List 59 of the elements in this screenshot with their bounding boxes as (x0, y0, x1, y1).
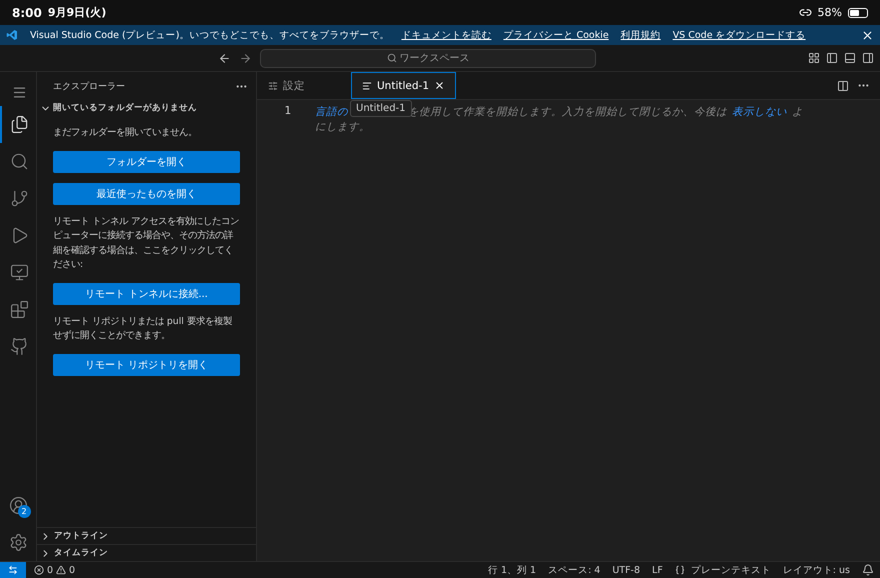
sliders-icon (268, 80, 278, 90)
warning-icon (56, 565, 66, 575)
banner-link[interactable]: VS Code をダウンロードする (672, 28, 806, 42)
remote-icon[interactable] (0, 562, 26, 578)
forward-arrow-icon[interactable] (239, 52, 252, 64)
sidebar-title: エクスプローラー (53, 80, 125, 92)
panel-bottom-icon[interactable] (844, 52, 856, 64)
panel-right-icon[interactable] (862, 52, 874, 64)
status-item[interactable]: 行 1、列 1 (488, 564, 536, 576)
vscode-logo-icon (6, 29, 18, 41)
close-icon[interactable] (861, 28, 874, 42)
notification-badge: 2 (18, 505, 30, 518)
banner-link[interactable]: プライバシーと Cookie (503, 28, 609, 42)
status-item[interactable]: プレーンテキスト (690, 564, 771, 576)
banner-text: Visual Studio Code (プレビュー)。いつでもどこでも、すべてをブラウザーで。 (30, 28, 390, 42)
date-text: 9月9日(火) (48, 5, 106, 20)
hint-link[interactable]: 言語の (315, 104, 348, 118)
action-button[interactable]: リモート トンネルに接続... (53, 282, 240, 304)
close-icon[interactable] (434, 80, 446, 91)
editor-tab[interactable]: 設定 (257, 72, 351, 99)
warning-count[interactable]: 0 (69, 564, 76, 576)
lines-icon (362, 80, 372, 90)
hint-link[interactable]: 表示しない (732, 104, 787, 118)
editor-tab[interactable]: Untitled-1 (351, 72, 456, 99)
braces-icon (674, 565, 685, 575)
hint-text: よ (792, 104, 803, 118)
section-title: アウトライン (54, 530, 108, 542)
action-button[interactable]: フォルダーを開く (53, 150, 240, 172)
account-icon[interactable] (8, 496, 28, 515)
help-text: リモート リポジトリまたは pull 要求を複製せずに開くことができます。 (53, 314, 233, 343)
command-center[interactable]: ワークスペース (260, 48, 596, 68)
panel-left-icon[interactable] (826, 52, 838, 64)
error-count[interactable]: 0 (47, 564, 54, 576)
error-icon (34, 565, 44, 575)
banner-link[interactable]: 利用規約 (620, 28, 661, 42)
line-number: 1 (283, 104, 292, 119)
help-text: リモート トンネル アクセスを有効にしたコンピューターに接続する場合や、その方法の詳細を確認する場合は、ここをクリックしてください: (53, 214, 240, 272)
clock-time: 8:00 (12, 6, 42, 20)
help-text: まだフォルダーを開いていません。 (53, 126, 198, 140)
bell-icon[interactable] (862, 564, 874, 576)
section-title: タイムライン (54, 547, 108, 559)
battery-icon (848, 8, 868, 18)
status-item[interactable]: UTF-8 (612, 564, 640, 576)
tooltip: Untitled-1 (350, 100, 412, 117)
layout-grid-icon[interactable] (808, 52, 820, 64)
action-button[interactable]: リモート リポジトリを開く (53, 354, 240, 376)
battery-percent: 58% (818, 6, 842, 19)
back-arrow-icon[interactable] (218, 52, 231, 64)
search-icon (386, 53, 396, 63)
section-title: 開いているフォルダーがありません (53, 102, 197, 114)
section-header[interactable]: 開いているフォルダーがありません (37, 100, 256, 116)
hint-text: にします。 (315, 120, 370, 134)
status-item[interactable]: レイアウト: us (782, 564, 850, 576)
banner-link[interactable]: ドキュメントを読む (401, 28, 492, 42)
action-button[interactable]: 最近使ったものを開く (53, 182, 240, 204)
section-header[interactable]: アウトライン (37, 527, 256, 544)
status-item[interactable]: LF (652, 564, 663, 576)
status-item[interactable]: スペース: 4 (548, 564, 600, 576)
split-editor-icon[interactable] (837, 80, 849, 92)
